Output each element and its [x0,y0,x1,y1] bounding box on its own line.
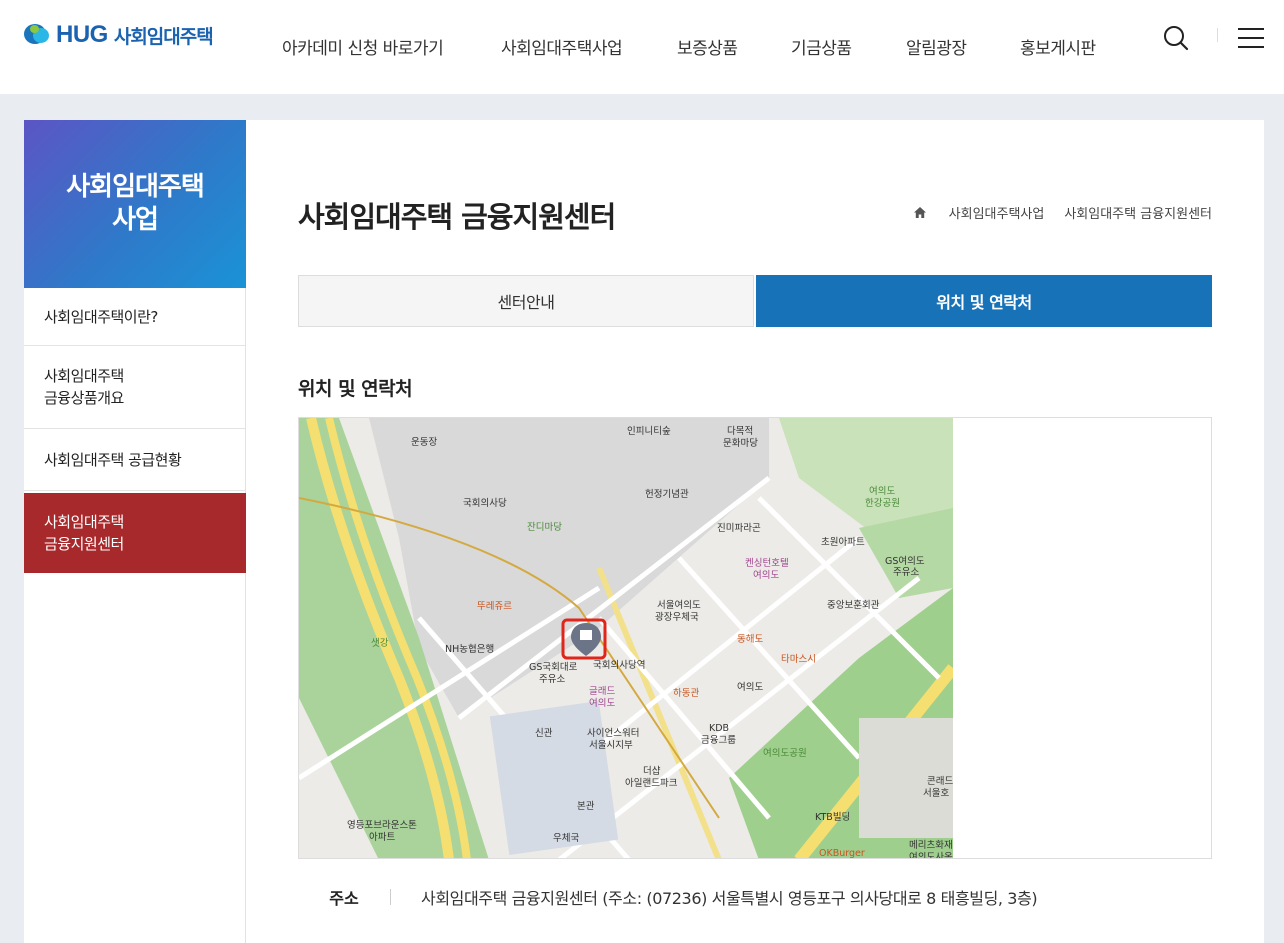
header-divider [1217,28,1218,42]
map-label: 하동관 [673,687,699,699]
sidebar-item-about[interactable]: 사회임대주택이란? [24,288,246,346]
main-content: 사회임대주택 금융지원센터 사회임대주택사업 사회임대주택 금융지원센터 센터안… [246,120,1264,943]
location-map[interactable]: 운동장 인피니티숲 다목적 문화마당 국회의사당 헌정기념관 잔디마당 진미파라… [298,417,1212,859]
map-label: 샛강 [371,638,389,649]
tab-location-contact[interactable]: 위치 및 연락처 [756,275,1212,327]
hamburger-menu-button[interactable] [1238,26,1264,48]
sidebar-item-label: 사회임대주택 공급현황 [44,450,182,469]
map-label: 동해도 [737,633,763,645]
nav-guarantee[interactable]: 보증상품 [677,34,738,59]
map-label: 본관 [577,801,595,812]
content-tabs: 센터안내 위치 및 연락처 [298,275,1212,327]
site-header: HUG 사회임대주택 아카데미 신청 바로가기 사회임대주택사업 보증상품 기금… [0,0,1284,94]
address-label: 주소 [329,889,359,908]
sidebar-item-label: 사회임대주택 금융상품개요 [44,367,124,407]
logo-text: 사회임대주택 [113,25,214,48]
map-label: 켄싱턴호텔 [745,557,789,569]
map-label: 우체국 [553,833,579,844]
breadcrumb: 사회임대주택사업 사회임대주택 금융지원센터 [913,203,1212,222]
sidebar-menu: 사회임대주택이란? 사회임대주택 금융상품개요 사회임대주택 공급현황 사회임대… [24,288,246,573]
tab-center-info[interactable]: 센터안내 [298,275,754,327]
logo-brand: HUG [56,21,108,48]
map-label: 중앙보훈회관 [827,599,880,611]
map-label: 여의도 [869,485,895,497]
address-value: 사회임대주택 금융지원센터 (주소: (07236) 서울특별시 영등포구 의사… [421,889,1038,908]
map-label: 문화마당 [723,438,758,449]
map-label: 금융그룹 [701,735,736,746]
map-label: 더샵 [643,766,661,777]
map-label: KDB [709,723,729,734]
nav-promotion[interactable]: 홍보게시판 [1020,34,1096,59]
sidebar-title: 사회임대주택 사업 [66,172,205,235]
sidebar-item-support-center[interactable]: 사회임대주택 금융지원센터 [24,493,246,573]
map-label: 아일랜드파크 [625,778,678,789]
map-label: 아파트 [369,832,395,843]
map-label: 글래드 [589,686,615,697]
sidebar-item-label: 사회임대주택이란? [44,307,158,326]
sidebar: 사회임대주택 사업 사회임대주택이란? 사회임대주택 금융상품개요 사회임대주택… [24,120,246,943]
map-label: 국회의사당 [463,498,507,509]
map-label: 주유소 [539,674,565,685]
site-logo[interactable]: HUG 사회임대주택 [24,18,214,52]
map-label: 주유소 [893,567,919,578]
home-icon[interactable] [913,206,927,219]
sidebar-item-products[interactable]: 사회임대주택 금융상품개요 [24,346,246,429]
search-icon [1164,26,1189,51]
map-label: NH농협은행 [445,643,494,655]
section-title: 위치 및 연락처 [298,378,413,400]
map-label: 메리츠화재 [909,840,953,851]
map-label: 여의도 [753,569,779,581]
sidebar-item-supply[interactable]: 사회임대주택 공급현황 [24,429,246,491]
breadcrumb-item-social-rental[interactable]: 사회임대주택사업 [949,203,1045,222]
map-label: 초원아파트 [821,537,865,548]
sidebar-title-box: 사회임대주택 사업 [24,120,246,288]
map-label: 진미파라곤 [717,523,761,534]
address-divider [390,889,391,905]
map-label: 타마스시 [781,654,816,665]
map-label: 서울여의도 [657,599,701,611]
map-label: 다목적 [727,425,753,437]
map-label: 광장우체국 [655,611,699,623]
map-label: 운동장 [411,437,437,448]
map-label: 서울호 [923,788,949,799]
breadcrumb-item-current[interactable]: 사회임대주택 금융지원센터 [1064,203,1212,222]
nav-academy[interactable]: 아카데미 신청 바로가기 [282,34,444,59]
nav-fund[interactable]: 기금상품 [791,34,852,59]
map-label: GS여의도 [885,555,925,567]
map-label: 한강공원 [865,498,900,509]
address-row: 주소 사회임대주택 금융지원센터 (주소: (07236) 서울특별시 영등포구… [298,882,1212,912]
search-button[interactable] [1162,24,1190,52]
map-label: OKBurger [819,848,865,859]
nav-social-rental[interactable]: 사회임대주택사업 [501,34,623,59]
map-image[interactable]: 운동장 인피니티숲 다목적 문화마당 국회의사당 헌정기념관 잔디마당 진미파라… [299,418,953,859]
map-label: 여의도 [737,681,763,693]
page-title: 사회임대주택 금융지원센터 [298,200,616,234]
nav-notice[interactable]: 알림광장 [906,34,967,59]
map-label: 잔디마당 [527,522,562,533]
map-label: 서울시지부 [589,740,633,751]
map-label: 신관 [535,728,553,739]
map-label: 영등포브라운스톤 [347,820,417,831]
map-label: 사이언스워터 [587,727,639,739]
map-label: 국회의사당역 [593,660,645,671]
map-label: 헌정기념관 [645,489,689,500]
hug-logo-icon [24,22,54,48]
sidebar-item-label: 사회임대주택 금융지원센터 [44,513,124,553]
map-label: KTB빌딩 [815,812,850,823]
map-label: 여의도공원 [763,747,807,759]
map-label: GS국회대로 [529,662,578,673]
map-label: 여의도사옥 [909,851,953,859]
map-label: 인피니티숲 [627,426,671,437]
map-label: 콘래드 [927,776,953,787]
map-label: 뚜레쥬르 [477,601,512,612]
map-label: 여의도 [589,697,615,709]
